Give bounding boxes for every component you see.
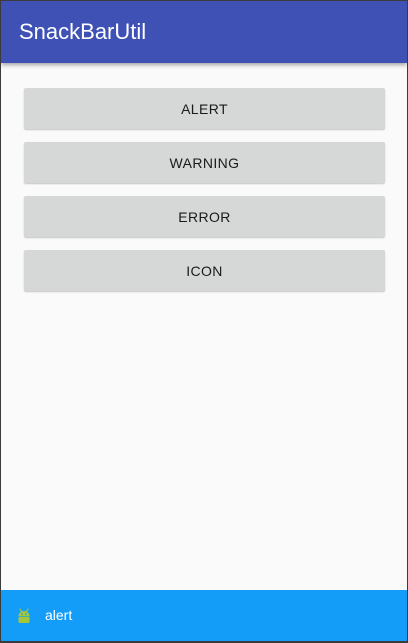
- android-icon: [18, 608, 30, 623]
- app-title: SnackBarUtil: [19, 19, 147, 44]
- icon-button[interactable]: ICON: [24, 250, 385, 291]
- error-button[interactable]: ERROR: [24, 196, 385, 237]
- app-screen: SnackBarUtil ALERT WARNING ERROR ICON al…: [1, 1, 407, 641]
- warning-button[interactable]: WARNING: [24, 142, 385, 183]
- alert-button[interactable]: ALERT: [24, 88, 385, 129]
- snackbar-message: alert: [45, 607, 73, 623]
- snackbar: alert: [1, 590, 407, 641]
- app-toolbar: SnackBarUtil: [1, 1, 407, 63]
